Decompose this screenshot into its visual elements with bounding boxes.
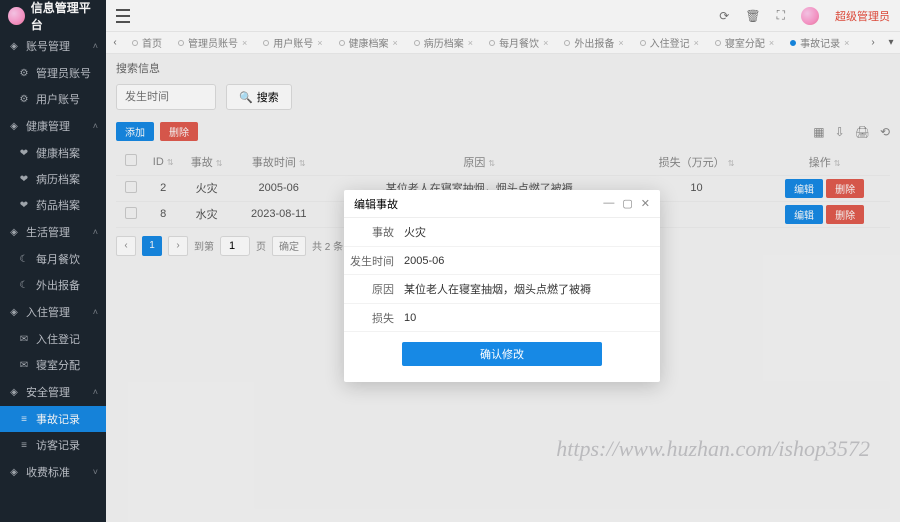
field-label: 损失 [344,310,404,326]
field-label: 原因 [344,281,404,297]
confirm-button[interactable]: 确认修改 [402,342,602,366]
dialog-close-icon[interactable]: ✕ [641,197,650,210]
field-value[interactable]: 2005-06 [404,249,660,273]
form-row: 损失10 [344,304,660,332]
dialog-maximize-icon[interactable]: ▢ [622,197,632,210]
form-row: 发生时间2005-06 [344,247,660,275]
dialog-title: 编辑事故 [354,196,398,212]
field-value[interactable]: 火灾 [404,218,660,246]
field-value[interactable]: 10 [404,306,660,330]
dialog-minimize-icon[interactable]: — [603,197,614,210]
field-label: 发生时间 [344,253,404,269]
form-row: 原因某位老人在寝室抽烟，烟头点燃了被褥 [344,275,660,304]
form-row: 事故火灾 [344,218,660,247]
field-value[interactable]: 某位老人在寝室抽烟，烟头点燃了被褥 [404,275,660,303]
field-label: 事故 [344,224,404,240]
edit-dialog: 编辑事故 — ▢ ✕ 事故火灾发生时间2005-06原因某位老人在寝室抽烟，烟头… [344,190,660,382]
